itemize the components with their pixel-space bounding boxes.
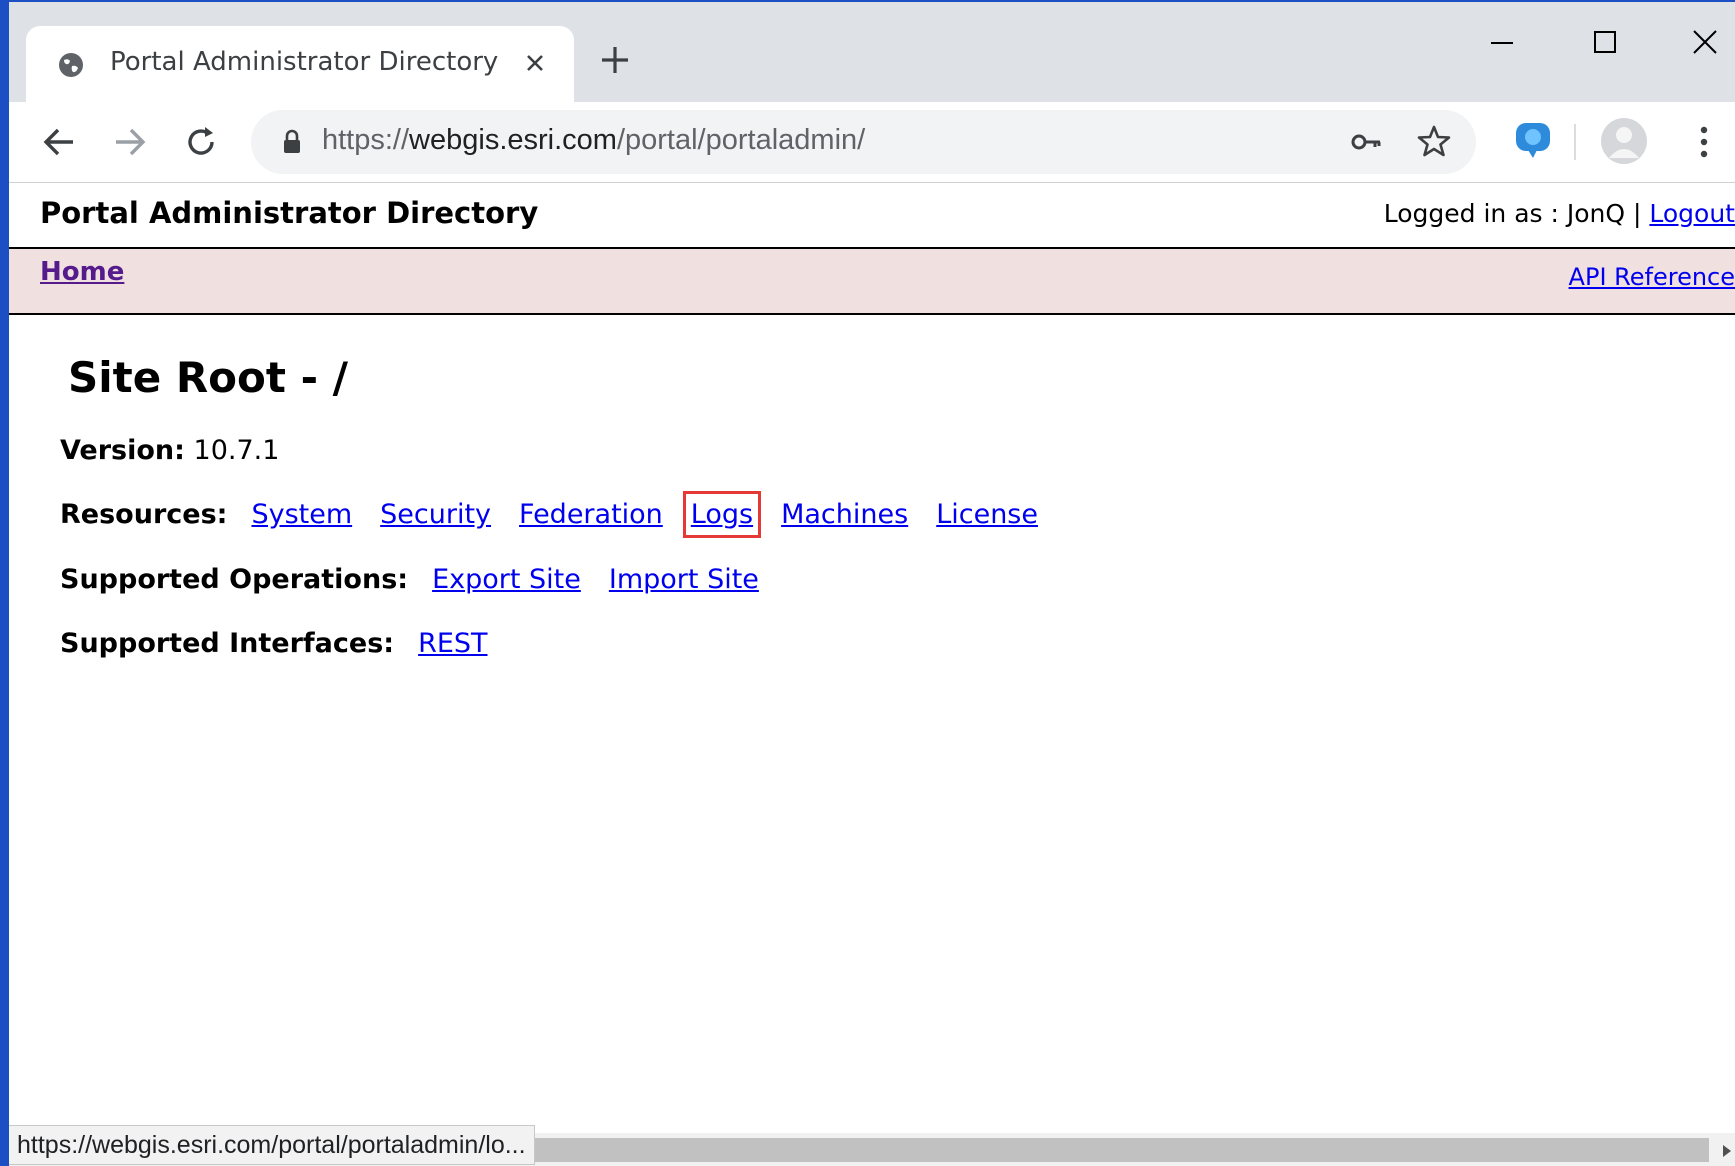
person-icon <box>1609 127 1639 158</box>
resource-link-logs[interactable]: Logs <box>682 491 762 538</box>
nav-bar: Home API Reference <box>9 249 1735 315</box>
back-arrow-icon[interactable] <box>39 122 79 162</box>
resources-row: Resources: System Security Federation Logs Ma… <box>60 491 1038 538</box>
close-window-button[interactable] <box>1675 20 1735 64</box>
api-reference-link[interactable]: API Reference <box>1569 263 1735 291</box>
url-path: /portal/portaladmin/ <box>616 124 866 156</box>
reload-icon[interactable] <box>181 122 221 162</box>
new-tab-icon[interactable] <box>597 42 633 78</box>
maximize-icon <box>1594 31 1616 53</box>
operations-row: Supported Operations: Export Site Import S… <box>60 564 759 595</box>
page-title: Portal Administrator Directory <box>40 196 539 230</box>
star-icon[interactable] <box>1416 123 1452 159</box>
resource-link-machines[interactable]: Machines <box>781 499 908 530</box>
import-site-link[interactable]: Import Site <box>609 564 759 595</box>
close-icon <box>1693 30 1717 54</box>
version-row: Version: 10.7.1 <box>60 435 279 466</box>
resources-label: Resources: <box>60 499 228 530</box>
close-tab-icon[interactable] <box>522 50 548 76</box>
maximize-button[interactable] <box>1575 20 1635 64</box>
resource-link-license[interactable]: License <box>936 499 1038 530</box>
version-label: Version: <box>60 435 185 466</box>
lock-icon <box>284 129 300 153</box>
toolbar-separator <box>1574 124 1576 160</box>
globe-icon <box>59 53 83 77</box>
page-content: Portal Administrator Directory Logged in… <box>9 183 1735 1166</box>
interfaces-label: Supported Interfaces: <box>60 628 395 659</box>
key-icon[interactable] <box>1349 125 1383 159</box>
avatar-icon[interactable] <box>1601 118 1647 164</box>
resource-link-federation[interactable]: Federation <box>519 499 663 530</box>
resource-link-system[interactable]: System <box>251 499 352 530</box>
interfaces-row: Supported Interfaces: REST <box>60 628 488 659</box>
login-status: Logged in as : JonQ | Logout <box>1384 199 1735 228</box>
version-value: 10.7.1 <box>193 435 280 466</box>
browser-window: Portal Administrator Directory https://w… <box>9 2 1735 1166</box>
kebab-menu-icon[interactable] <box>1694 120 1714 164</box>
url-host: webgis.esri.com <box>409 124 617 156</box>
minimize-button[interactable] <box>1472 20 1532 64</box>
forward-arrow-icon[interactable] <box>110 122 150 162</box>
export-site-link[interactable]: Export Site <box>432 564 581 595</box>
browser-toolbar: https://webgis.esri.com/portal/portaladm… <box>9 102 1735 183</box>
address-bar[interactable]: https://webgis.esri.com/portal/portaladm… <box>251 110 1476 174</box>
logout-link[interactable]: Logout <box>1649 199 1735 228</box>
home-link[interactable]: Home <box>40 257 124 287</box>
scroll-right-arrow-icon[interactable] <box>1721 1143 1733 1159</box>
rest-link[interactable]: REST <box>418 628 487 659</box>
tab-title: Portal Administrator Directory <box>110 47 499 77</box>
operations-label: Supported Operations: <box>60 564 409 595</box>
walkme-extension-icon[interactable] <box>1512 119 1554 161</box>
site-root-heading: Site Root - / <box>68 353 348 402</box>
portal-header: Portal Administrator Directory Logged in… <box>9 183 1735 249</box>
url-scheme: https:// <box>322 124 410 156</box>
active-tab[interactable]: Portal Administrator Directory <box>26 26 574 102</box>
status-url-bubble: https://webgis.esri.com/portal/portaladm… <box>9 1125 535 1165</box>
url-text[interactable]: https://webgis.esri.com/portal/portaladm… <box>322 124 865 157</box>
tab-strip: Portal Administrator Directory <box>9 2 1735 102</box>
logged-in-text: Logged in as : JonQ | <box>1383 199 1650 228</box>
minimize-icon <box>1491 42 1513 44</box>
resource-link-security[interactable]: Security <box>380 499 491 530</box>
